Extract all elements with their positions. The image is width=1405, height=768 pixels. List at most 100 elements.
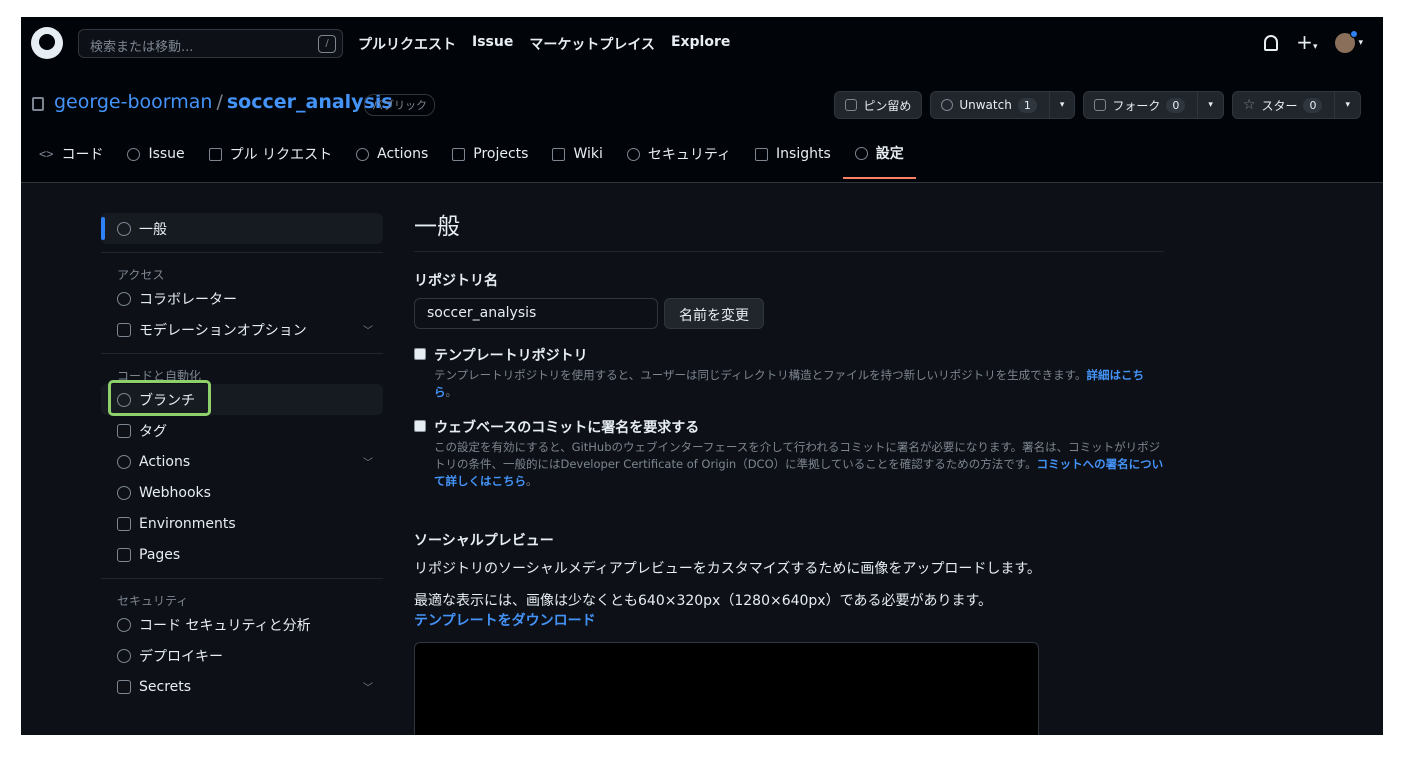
template-desc-end: 。 (445, 385, 458, 399)
comment-icon (117, 322, 131, 337)
fork-button[interactable]: フォーク 0 ▾ (1083, 91, 1224, 119)
tab-pull-requests[interactable]: プル リクエスト (197, 137, 344, 179)
create-new-button[interactable]: +▾ (1296, 32, 1317, 53)
star-label: スター (1261, 98, 1298, 113)
watch-button[interactable]: Unwatch 1 ▾ (930, 91, 1076, 119)
tab-label: セキュリティ (647, 147, 732, 163)
repo-tabs: <> コード Issue プル リクエスト Actions Projects Wi… (37, 137, 916, 179)
rename-row: soccer_analysis 名前を変更 (414, 298, 1164, 329)
settings-sidebar: 一般 アクセス コラボレーター モデレーションオプション ﹀ コードと自動化 ブラ… (101, 213, 383, 702)
chevron-down-icon[interactable]: ▾ (1334, 91, 1350, 119)
star-button[interactable]: ☆ スター 0 ▾ (1231, 91, 1361, 119)
highlight-box (108, 380, 211, 416)
fork-count: 0 (1166, 97, 1186, 113)
download-template-link[interactable]: テンプレートをダウンロード (414, 613, 596, 629)
table-icon (452, 147, 466, 161)
social-preview-image[interactable] (414, 642, 1039, 735)
chevron-down-icon[interactable]: ▾ (1048, 91, 1064, 119)
sidebar-item-label: Pages (139, 546, 181, 563)
divider (101, 252, 383, 253)
signoff-title: ウェブベースのコミットに署名を要求する (434, 420, 700, 436)
server-icon (117, 516, 131, 531)
tab-actions[interactable]: Actions (344, 137, 440, 179)
sidebar-item-deploy-keys[interactable]: デプロイキー (101, 640, 383, 671)
template-description: テンプレートリポジトリを使用すると、ユーザーは同じディレクトリ構造とファイルを持… (434, 367, 1164, 401)
tab-projects[interactable]: Projects (440, 137, 540, 179)
signoff-desc-end: 。 (526, 474, 538, 488)
nav-pull-requests[interactable]: プルリクエスト (358, 34, 456, 54)
sidebar-item-actions[interactable]: Actions ﹀ (101, 446, 383, 477)
template-checkbox[interactable] (414, 348, 426, 360)
gear-icon (854, 146, 868, 160)
eye-icon (941, 99, 954, 111)
graph-icon (755, 147, 769, 161)
social-preview-title: ソーシャルプレビュー (414, 533, 554, 549)
template-option: テンプレートリポジトリ テンプレートリポジトリを使用すると、ユーザーは同じディレ… (414, 345, 1164, 401)
tab-label: 設定 (875, 146, 904, 162)
bell-icon[interactable] (1264, 35, 1279, 51)
tab-label: Projects (473, 146, 529, 162)
tab-issues[interactable]: Issue (115, 137, 196, 179)
sidebar-item-code-security[interactable]: コード セキュリティと分析 (101, 609, 383, 640)
sidebar-item-webhooks[interactable]: Webhooks (101, 477, 383, 508)
chevron-down-icon[interactable]: ▾ (1197, 91, 1213, 119)
sidebar-item-pages[interactable]: Pages (101, 539, 383, 570)
header-actions: +▾ ▾ (1264, 30, 1363, 53)
github-logo-icon[interactable] (31, 27, 63, 59)
avatar (1335, 30, 1359, 53)
social-preview-section: ソーシャルプレビュー リポジトリのソーシャルメディアプレビューをカスタマイズする… (414, 530, 1164, 735)
tab-label: コード (61, 147, 104, 163)
repo-icon (32, 97, 44, 111)
nav-marketplace[interactable]: マーケットプレイス (529, 34, 655, 54)
search-placeholder: 検索または移動... (90, 40, 194, 55)
tab-label: Wiki (573, 146, 603, 162)
browser-icon (117, 547, 131, 562)
tab-security[interactable]: セキュリティ (615, 137, 743, 179)
sidebar-item-collaborators[interactable]: コラボレーター (101, 283, 383, 314)
play-icon (356, 147, 370, 161)
signoff-checkbox[interactable] (414, 420, 426, 432)
sidebar-item-branches[interactable]: ブランチ (101, 380, 383, 416)
repo-actions: ピン留め Unwatch 1 ▾ フォーク 0 ▾ ☆ スター 0 ▾ (834, 91, 1361, 119)
nav-explore[interactable]: Explore (671, 34, 730, 54)
repo-name-input[interactable]: soccer_analysis (414, 298, 658, 329)
chevron-down-icon: ﹀ (363, 326, 373, 337)
sidebar-item-label: Secrets (139, 678, 192, 695)
divider (101, 578, 383, 579)
rename-button[interactable]: 名前を変更 (664, 298, 764, 329)
key-asterisk-icon (117, 679, 131, 694)
tag-icon (117, 423, 131, 438)
sidebar-item-label: コラボレーター (139, 291, 237, 308)
chevron-down-icon: ﹀ (363, 458, 373, 469)
template-title: テンプレートリポジトリ (434, 348, 588, 364)
sidebar-item-tags[interactable]: タグ (101, 415, 383, 446)
tab-settings[interactable]: 設定 (842, 137, 916, 179)
user-menu-button[interactable]: ▾ (1335, 30, 1363, 53)
pin-label: ピン留め (863, 98, 912, 113)
nav-issues[interactable]: Issue (472, 34, 513, 54)
global-nav: プルリクエスト Issue マーケットプレイス Explore (358, 34, 730, 54)
sidebar-item-label: 一般 (139, 221, 167, 238)
settings-main: 一般 リポジトリ名 soccer_analysis 名前を変更 テンプレートリポ… (414, 207, 1164, 735)
webhook-icon (117, 485, 131, 500)
signoff-description: この設定を有効にすると、GitHubのウェブインターフェースを介して行われるコミ… (434, 439, 1164, 490)
sidebar-item-secrets[interactable]: Secrets ﹀ (101, 671, 383, 702)
sidebar-item-moderation[interactable]: モデレーションオプション ﹀ (101, 314, 383, 345)
chevron-down-icon: ﹀ (363, 683, 373, 694)
pin-button[interactable]: ピン留め (834, 91, 923, 119)
star-icon: ☆ (1242, 97, 1256, 113)
tab-label: Issue (148, 146, 185, 162)
tab-wiki[interactable]: Wiki (540, 137, 614, 179)
tab-insights[interactable]: Insights (743, 137, 843, 179)
sidebar-heading-security: セキュリティ (117, 594, 189, 608)
sidebar-item-environments[interactable]: Environments (101, 508, 383, 539)
search-input[interactable]: 検索または移動... / (78, 29, 343, 58)
sidebar-item-general[interactable]: 一般 (101, 213, 383, 244)
code-icon: <> (39, 147, 54, 161)
repo-owner-link[interactable]: george-boorman (54, 91, 212, 113)
fork-icon (1094, 99, 1107, 111)
sidebar-item-label: モデレーションオプション (139, 322, 307, 339)
pin-icon (845, 99, 858, 111)
watch-label: Unwatch (959, 98, 1012, 112)
tab-code[interactable]: <> コード (37, 137, 115, 179)
